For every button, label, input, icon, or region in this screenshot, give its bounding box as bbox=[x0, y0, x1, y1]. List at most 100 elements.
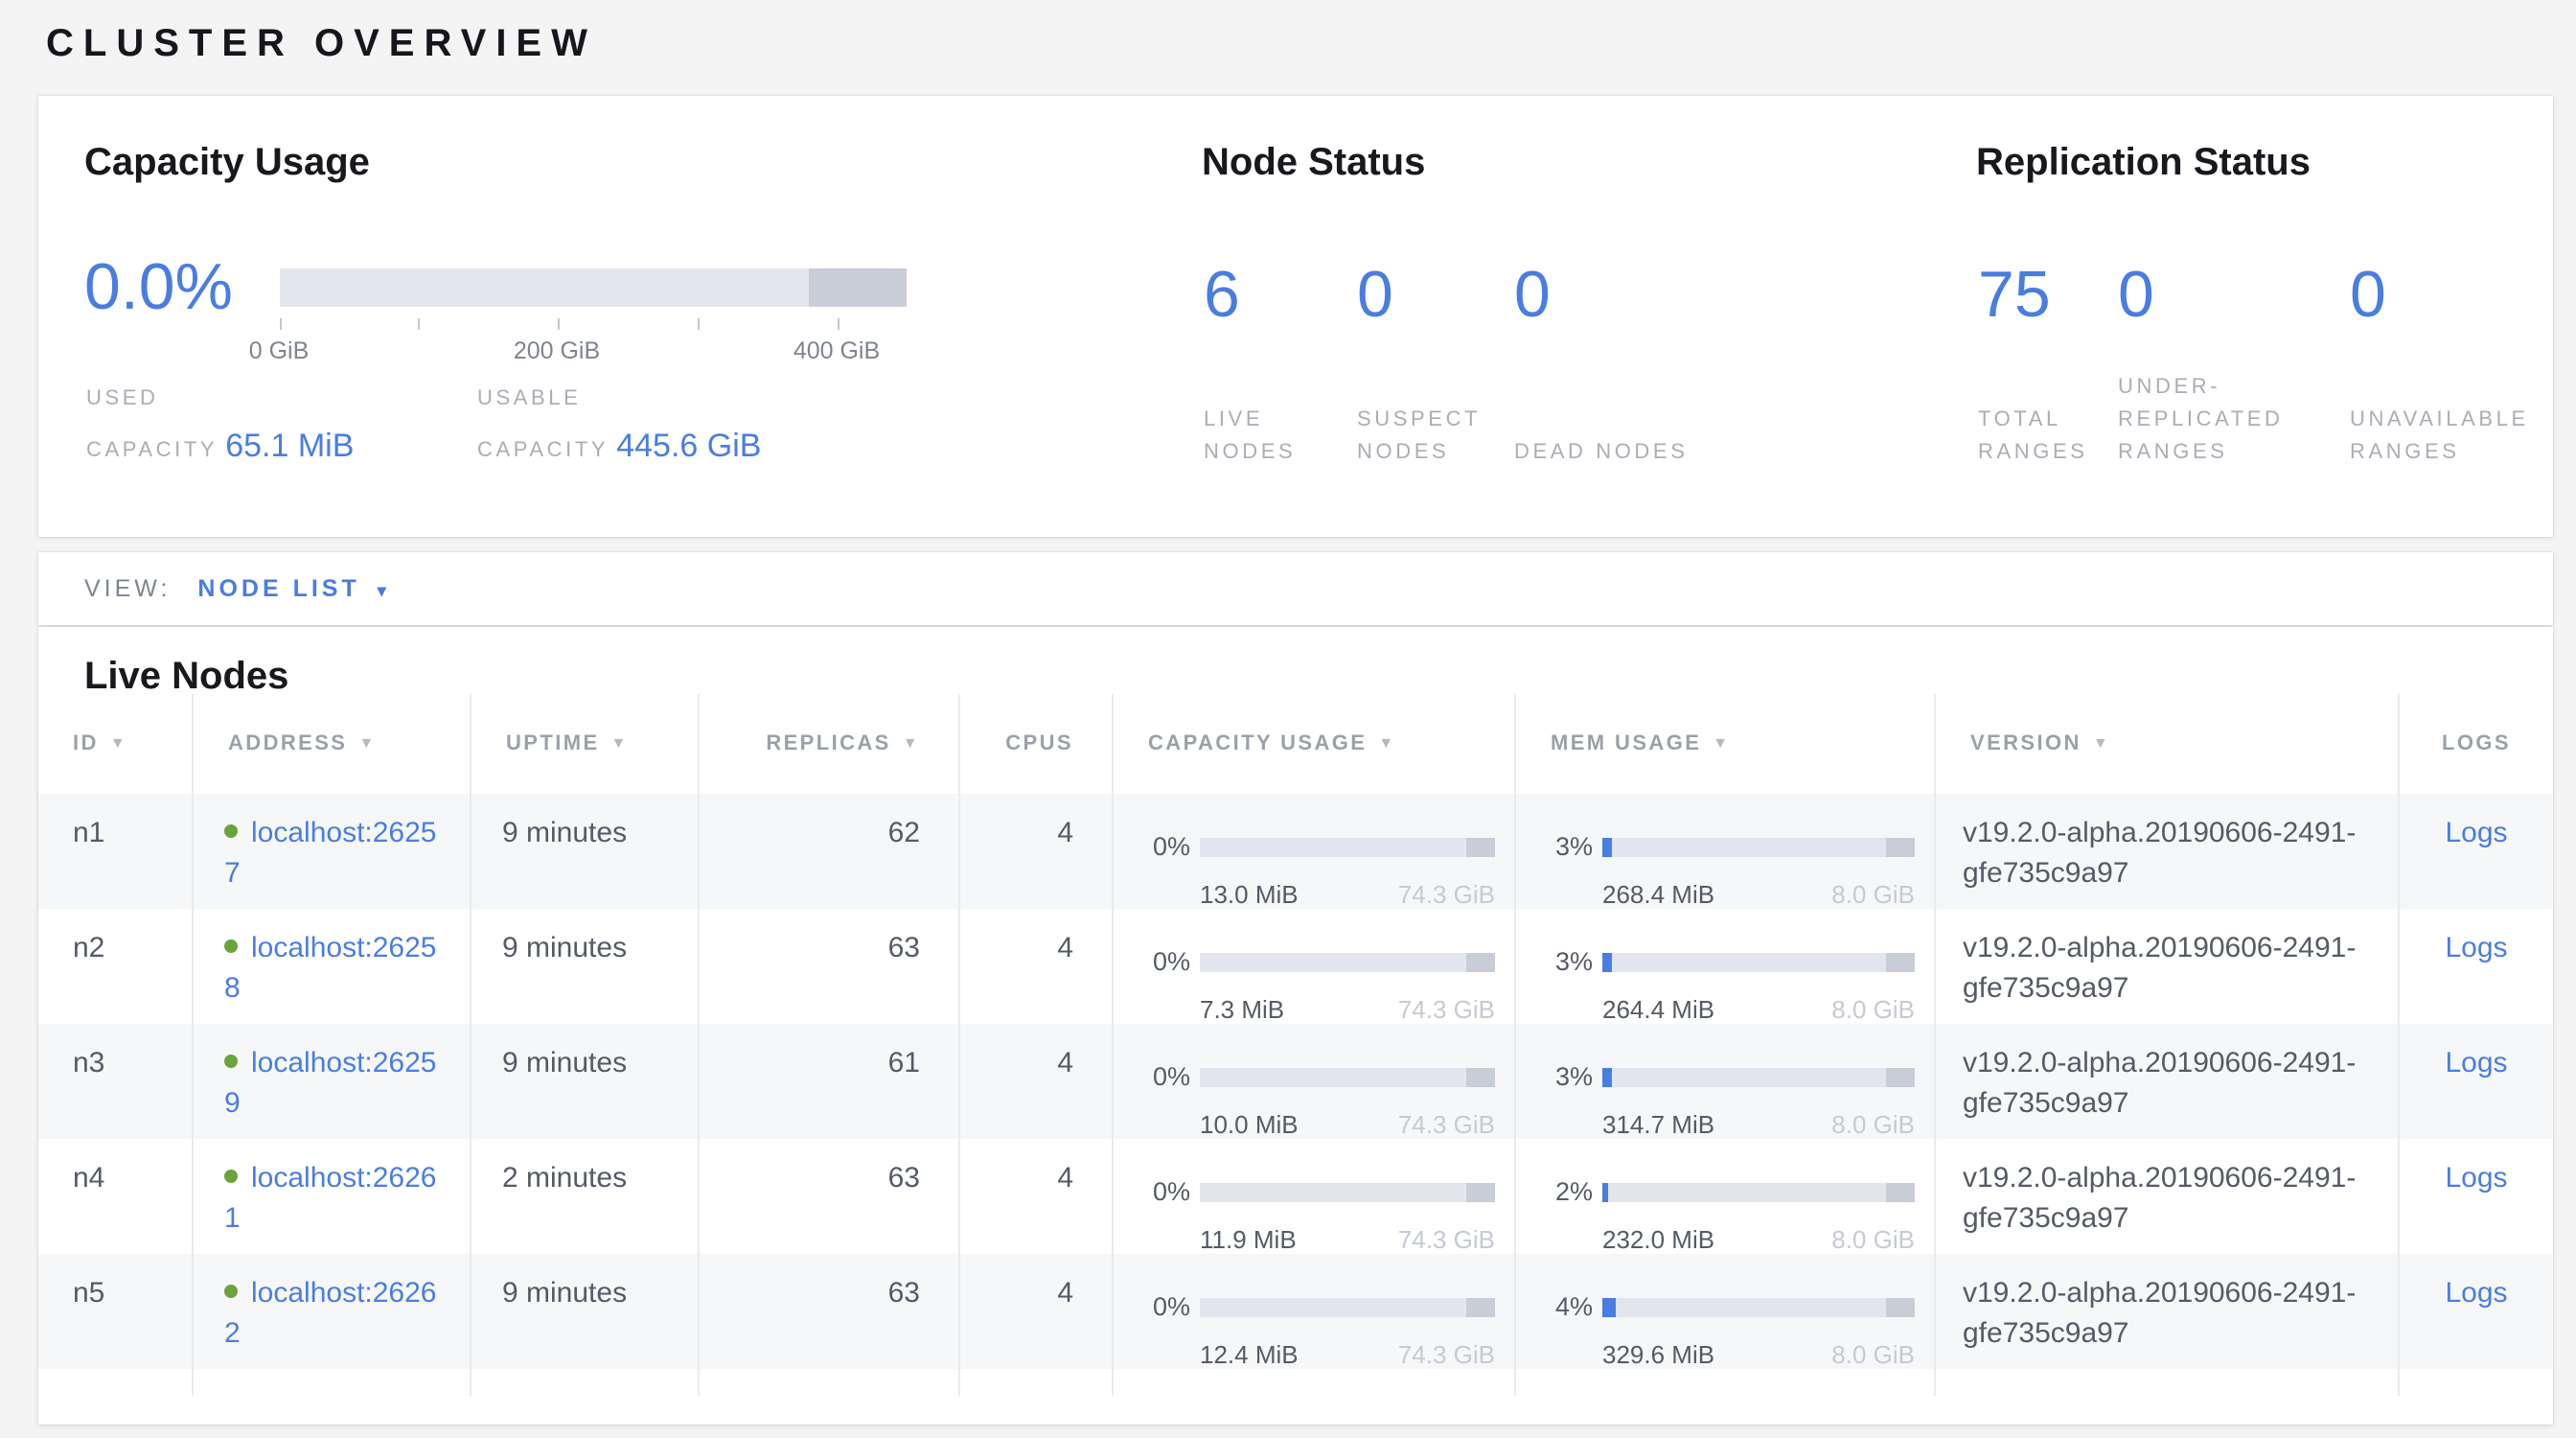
view-selected-option: NODE LIST bbox=[197, 575, 359, 602]
capacity-usage-title: Capacity Usage bbox=[84, 142, 370, 186]
capacity-percent-label: 0% bbox=[1140, 1287, 1190, 1327]
node-logs-link[interactable]: Logs bbox=[2445, 932, 2507, 964]
mem-usage-fill bbox=[1602, 1067, 1612, 1086]
column-header-replicas[interactable]: REPLICAS▼ bbox=[700, 694, 960, 794]
node-uptime-cell: 9 minutes bbox=[472, 1254, 700, 1375]
node-version-cell: v19.2.0-alpha.20190606-2491-gfe735c9a97 bbox=[1936, 1254, 2400, 1375]
node-id-cell: n3 bbox=[38, 1024, 194, 1145]
node-mem-usage-cell: 3% 264.4 MiB 8.0 GiB bbox=[1516, 909, 1936, 1030]
capacity-bar-end-segment bbox=[1467, 1182, 1495, 1201]
column-header-uptime[interactable]: UPTIME▼ bbox=[472, 694, 700, 794]
used-capacity-label: USED CAPACITY bbox=[86, 388, 218, 463]
node-id-cell: n2 bbox=[38, 909, 194, 1030]
page-title: CLUSTER OVERVIEW bbox=[46, 23, 597, 67]
node-logs-link[interactable]: Logs bbox=[2445, 1047, 2507, 1079]
node-capacity-usage-cell: 0% 12.4 MiB 74.3 GiB bbox=[1114, 1254, 1516, 1375]
node-version-cell: v19.2.0-alpha.20190606-2491-gfe735c9a97 bbox=[1936, 1024, 2400, 1145]
mem-usage-fill bbox=[1602, 952, 1612, 971]
node-cpus-cell: 4 bbox=[960, 1024, 1114, 1145]
capacity-usage-bar bbox=[1200, 837, 1495, 856]
node-replicas-cell: 61 bbox=[700, 1024, 960, 1145]
node-replicas-cell: 63 bbox=[700, 909, 960, 1030]
node-cpus-cell: 4 bbox=[960, 1139, 1114, 1260]
column-header-version[interactable]: VERSION▼ bbox=[1936, 694, 2400, 794]
node-address-link[interactable]: localhost:26259 bbox=[224, 1047, 437, 1120]
mem-usage-bar bbox=[1602, 1067, 1915, 1086]
column-header-label: ID bbox=[73, 732, 99, 755]
suspect-nodes-value: 0 bbox=[1357, 257, 1514, 334]
node-logs-cell: Logs bbox=[2400, 909, 2553, 1030]
mem-usage-fill bbox=[1602, 1297, 1615, 1316]
node-replicas-cell: 62 bbox=[700, 794, 960, 915]
capacity-bar-end-segment bbox=[1467, 952, 1495, 971]
mem-bar-end-segment bbox=[1885, 1067, 1915, 1086]
capacity-percent: 0.0% bbox=[84, 249, 233, 326]
node-logs-cell: Logs bbox=[2400, 1024, 2553, 1145]
column-header-capacity-usage[interactable]: CAPACITY USAGE▼ bbox=[1114, 694, 1516, 794]
node-replicas-cell: 63 bbox=[700, 1254, 960, 1375]
column-header-label: VERSION bbox=[1970, 732, 2082, 755]
under-replicated-ranges-stat: 0 UNDER-REPLICATED RANGES bbox=[2118, 257, 2350, 470]
node-logs-cell: Logs bbox=[2400, 1139, 2553, 1260]
node-logs-link[interactable]: Logs bbox=[2445, 817, 2507, 849]
node-logs-link[interactable]: Logs bbox=[2445, 1277, 2507, 1310]
node-id-cell: n1 bbox=[38, 794, 194, 915]
dead-nodes-stat: 0 DEAD NODES bbox=[1514, 257, 1725, 470]
capacity-percent-label: 0% bbox=[1140, 1056, 1190, 1097]
node-uptime-cell: 9 minutes bbox=[472, 909, 700, 1030]
node-uptime-cell: 9 minutes bbox=[472, 794, 700, 915]
mem-percent-label: 2% bbox=[1543, 1171, 1593, 1212]
node-mem-usage-cell: 2% 232.0 MiB 8.0 GiB bbox=[1516, 1139, 1936, 1260]
column-header-id[interactable]: ID▼ bbox=[38, 694, 194, 794]
node-live-icon bbox=[224, 1055, 238, 1068]
tick-label-200: 200 GiB bbox=[514, 337, 600, 364]
node-logs-link[interactable]: Logs bbox=[2445, 1162, 2507, 1194]
mem-usage-bar bbox=[1602, 1182, 1915, 1201]
table-header-row: ID▼ADDRESS▼UPTIME▼REPLICAS▼CPUSCAPACITY … bbox=[38, 694, 2553, 794]
mem-usage-bar bbox=[1602, 837, 1915, 856]
node-address-link[interactable]: localhost:26257 bbox=[224, 817, 437, 890]
capacity-bar-end-segment bbox=[1467, 837, 1495, 856]
mem-usage-fill bbox=[1602, 1182, 1609, 1201]
mem-percent-label: 3% bbox=[1543, 1056, 1593, 1097]
node-mem-usage-cell: 3% 314.7 MiB 8.0 GiB bbox=[1516, 1024, 1936, 1145]
under-replicated-ranges-label: UNDER-REPLICATED RANGES bbox=[2118, 372, 2350, 470]
node-address-link[interactable]: localhost:26258 bbox=[224, 932, 437, 1005]
view-selector-dropdown[interactable]: NODE LIST ▾ bbox=[197, 575, 389, 602]
column-header-address[interactable]: ADDRESS▼ bbox=[194, 694, 472, 794]
tick-label-0: 0 GiB bbox=[249, 337, 310, 364]
view-label: VIEW: bbox=[84, 575, 171, 602]
table-body: n1 localhost:26257 9 minutes 62 4 0% 13.… bbox=[38, 794, 2553, 1369]
node-address-cell: localhost:26262 bbox=[194, 1254, 472, 1375]
node-address-cell: localhost:26259 bbox=[194, 1024, 472, 1145]
node-version-cell: v19.2.0-alpha.20190606-2491-gfe735c9a97 bbox=[1936, 909, 2400, 1030]
total-ranges-value: 75 bbox=[1978, 257, 2118, 334]
replication-status-title: Replication Status bbox=[1976, 142, 2311, 186]
node-uptime-cell: 2 minutes bbox=[472, 1139, 700, 1260]
node-id-cell: n5 bbox=[38, 1254, 194, 1375]
live-nodes-title: Live Nodes bbox=[38, 627, 2553, 694]
column-header-mem-usage[interactable]: MEM USAGE▼ bbox=[1516, 694, 1936, 794]
live-nodes-label: LIVE NODES bbox=[1204, 405, 1357, 470]
total-ranges-label: TOTAL RANGES bbox=[1978, 405, 2118, 470]
node-address-link[interactable]: localhost:26261 bbox=[224, 1162, 437, 1235]
node-capacity-usage-cell: 0% 11.9 MiB 74.3 GiB bbox=[1114, 1139, 1516, 1260]
node-address-link[interactable]: localhost:26262 bbox=[224, 1277, 437, 1350]
node-live-icon bbox=[224, 824, 238, 838]
node-replicas-cell: 63 bbox=[700, 1139, 960, 1260]
live-nodes-value: 6 bbox=[1204, 257, 1357, 334]
table-row-partial bbox=[38, 1369, 2553, 1396]
table-row-n1: n1 localhost:26257 9 minutes 62 4 0% 13.… bbox=[38, 794, 2553, 909]
mem-percent-label: 3% bbox=[1543, 941, 1593, 982]
table-row-n2: n2 localhost:26258 9 minutes 63 4 0% 7.3… bbox=[38, 909, 2553, 1024]
node-cpus-cell: 4 bbox=[960, 1254, 1114, 1375]
node-capacity-usage-cell: 0% 10.0 MiB 74.3 GiB bbox=[1114, 1024, 1516, 1145]
total-ranges-stat: 75 TOTAL RANGES bbox=[1978, 257, 2118, 470]
node-address-cell: localhost:26261 bbox=[194, 1139, 472, 1260]
mem-percent-label: 4% bbox=[1543, 1287, 1593, 1327]
node-capacity-usage-cell: 0% 7.3 MiB 74.3 GiB bbox=[1114, 909, 1516, 1030]
capacity-percent-label: 0% bbox=[1140, 826, 1190, 867]
column-header-cpus: CPUS bbox=[960, 694, 1114, 794]
capacity-usage-bar bbox=[1200, 952, 1495, 971]
sort-desc-icon: ▼ bbox=[1713, 733, 1730, 751]
